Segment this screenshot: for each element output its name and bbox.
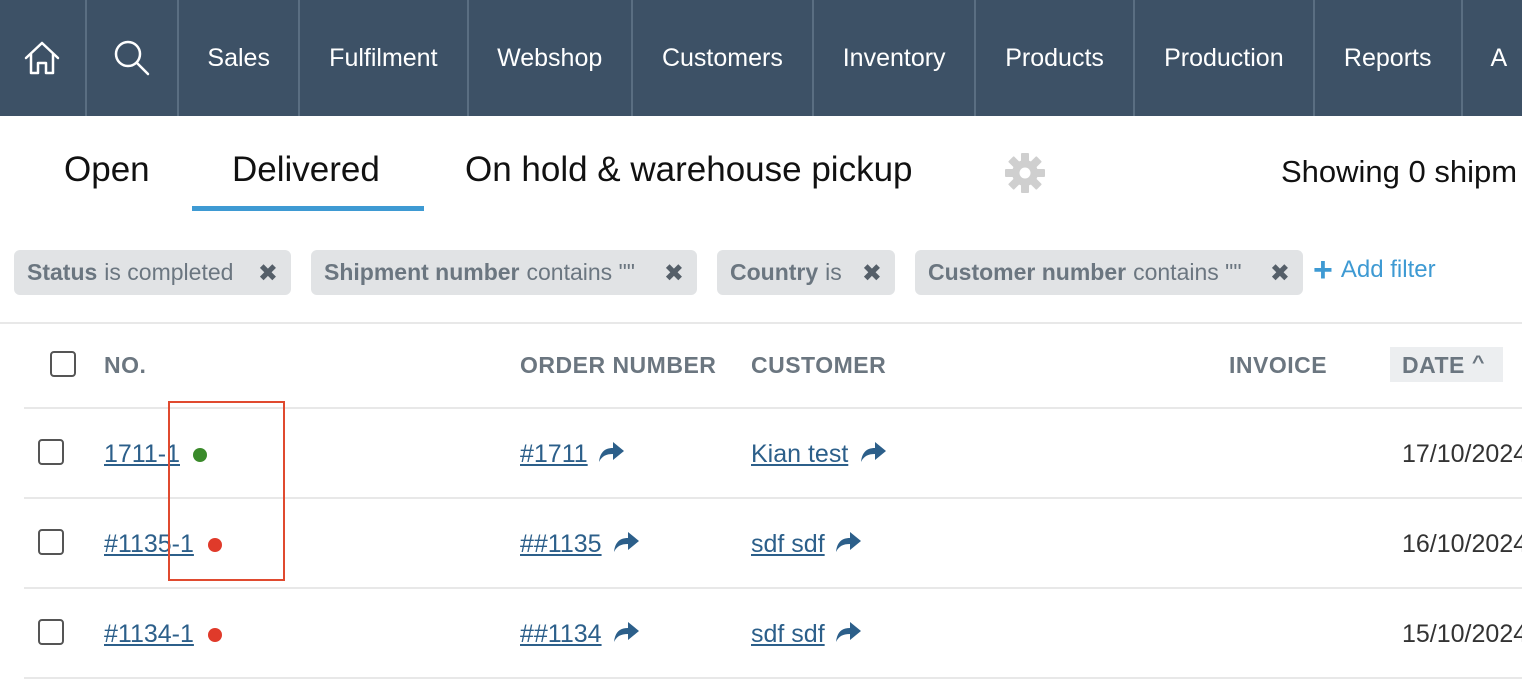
divider [0, 322, 1522, 324]
column-header-no[interactable]: NO. [104, 352, 146, 379]
row-checkbox[interactable] [38, 619, 64, 645]
top-navigation: Sales Fulfilment Webshop Customers Inven… [0, 0, 1522, 116]
nav-products[interactable]: Products [976, 0, 1135, 116]
filter-operator: contains "" [1133, 259, 1242, 285]
row-checkbox[interactable] [38, 439, 64, 465]
order-number-link[interactable]: ##1134 [520, 620, 602, 649]
share-arrow-icon[interactable] [859, 440, 887, 464]
tab-open[interactable]: Open [64, 150, 150, 190]
row-divider [24, 677, 1522, 679]
close-icon[interactable]: ✖ [1270, 259, 1290, 288]
filter-country[interactable]: Country is ✖ [717, 250, 895, 295]
column-header-order-number[interactable]: ORDER NUMBER [520, 352, 716, 379]
column-header-date-label: DATE [1402, 352, 1465, 378]
filter-status[interactable]: Status is completed ✖ [14, 250, 291, 295]
select-all-checkbox[interactable] [50, 351, 76, 377]
row-divider [24, 587, 1522, 589]
shipment-date: 16/10/2024 [1402, 530, 1522, 558]
share-arrow-icon[interactable] [597, 440, 625, 464]
close-icon[interactable]: ✖ [258, 259, 278, 288]
customer-link[interactable]: sdf sdf [751, 530, 825, 559]
highlight-box [168, 401, 285, 581]
filter-field: Country [730, 259, 819, 285]
sort-ascending-icon: ^ [1471, 352, 1486, 372]
search-icon [114, 40, 150, 76]
home-button[interactable] [0, 0, 87, 116]
close-icon[interactable]: ✖ [664, 259, 684, 288]
filter-operator: is completed [104, 259, 234, 285]
share-arrow-icon[interactable] [834, 530, 862, 554]
filter-operator: contains "" [526, 259, 635, 285]
customer-link[interactable]: Kian test [751, 440, 848, 469]
filter-customer-number[interactable]: Customer number contains "" ✖ [915, 250, 1303, 295]
nav-webshop[interactable]: Webshop [469, 0, 633, 116]
gear-icon[interactable] [1004, 152, 1046, 194]
share-arrow-icon[interactable] [612, 620, 640, 644]
filter-field: Customer number [928, 259, 1127, 285]
nav-customers[interactable]: Customers [633, 0, 814, 116]
order-number-link[interactable]: #1711 [520, 440, 588, 469]
tab-delivered[interactable]: Delivered [232, 150, 380, 190]
filter-shipment-number[interactable]: Shipment number contains "" ✖ [311, 250, 697, 295]
filter-operator: is [825, 259, 842, 285]
home-icon [25, 41, 60, 75]
filter-field: Status [27, 259, 98, 285]
filter-field: Shipment number [324, 259, 520, 285]
result-count: Showing 0 shipm [1281, 154, 1518, 189]
column-header-date[interactable]: DATE ^ [1390, 347, 1503, 382]
close-icon[interactable]: ✖ [862, 259, 882, 288]
shipment-number-link[interactable]: #1134-1 [104, 620, 194, 649]
share-arrow-icon[interactable] [612, 530, 640, 554]
add-filter-label: Add filter [1340, 256, 1436, 283]
nav-reports[interactable]: Reports [1315, 0, 1463, 116]
nav-fulfilment[interactable]: Fulfilment [300, 0, 469, 116]
customer-link[interactable]: sdf sdf [751, 620, 825, 649]
shipment-date: 17/10/2024 [1402, 440, 1522, 468]
active-tab-indicator [192, 206, 424, 211]
shipment-date: 15/10/2024 [1402, 620, 1522, 648]
add-filter-button[interactable]: + Add filter [1313, 251, 1436, 289]
column-header-customer[interactable]: CUSTOMER [751, 352, 886, 379]
column-header-invoice[interactable]: INVOICE [1229, 352, 1327, 379]
nav-sales[interactable]: Sales [179, 0, 301, 116]
search-button[interactable] [87, 0, 180, 116]
status-dot [208, 628, 222, 642]
nav-inventory[interactable]: Inventory [814, 0, 977, 116]
order-number-link[interactable]: ##1135 [520, 530, 602, 559]
tab-on-hold[interactable]: On hold & warehouse pickup [465, 150, 913, 190]
nav-production[interactable]: Production [1135, 0, 1315, 116]
share-arrow-icon[interactable] [834, 620, 862, 644]
nav-more[interactable]: A [1463, 0, 1522, 116]
row-checkbox[interactable] [38, 529, 64, 555]
plus-icon: + [1313, 251, 1333, 289]
